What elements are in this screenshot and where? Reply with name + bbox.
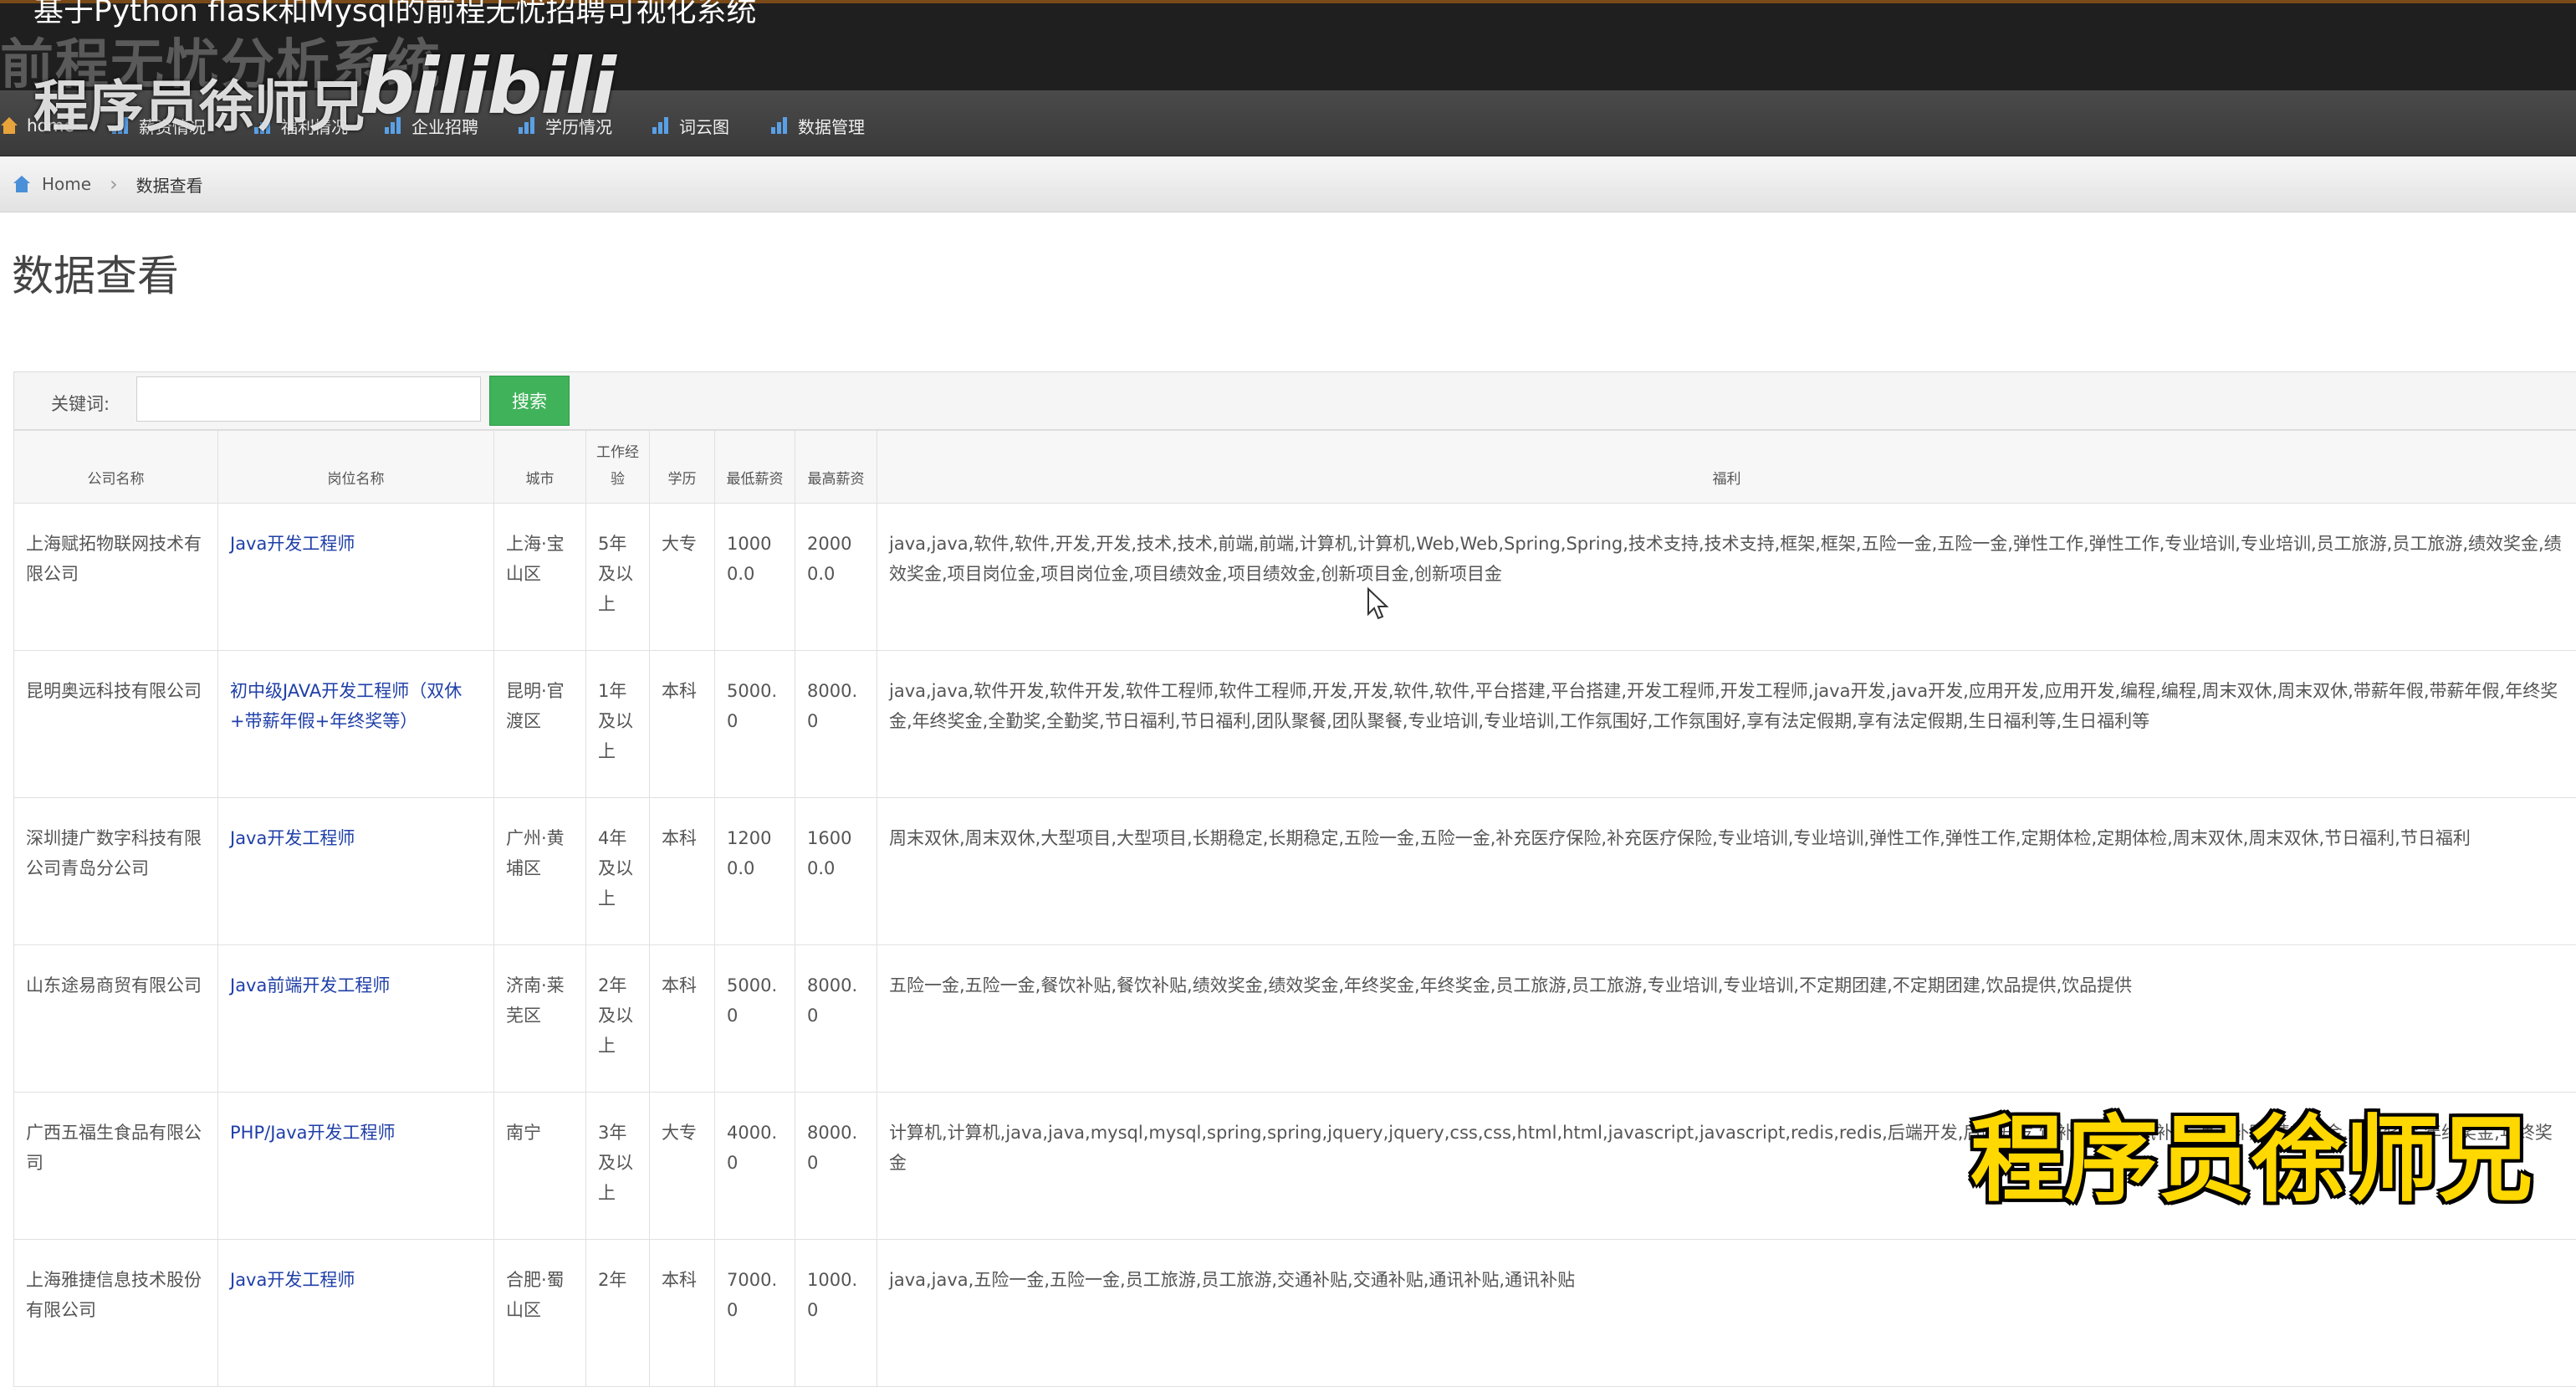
- cell-experience: 3年及以上: [586, 1093, 650, 1240]
- cell-welfare: java,java,软件,软件,开发,开发,技术,技术,前端,前端,计算机,计算…: [877, 504, 2576, 651]
- cell-experience: 2年: [586, 1240, 650, 1387]
- cell-welfare: 五险一金,五险一金,餐饮补贴,餐饮补贴,绩效奖金,绩效奖金,年终奖金,年终奖金,…: [877, 945, 2576, 1093]
- bilibili-logo: bilibili: [360, 42, 615, 131]
- uploader-watermark: 程序员徐师兄: [33, 62, 365, 142]
- cell-experience: 5年及以上: [586, 504, 650, 651]
- column-header-job: 岗位名称: [218, 431, 494, 504]
- column-header-min-salary: 最低薪资: [715, 431, 795, 504]
- search-label: 关键词:: [51, 391, 110, 416]
- column-header-education: 学历: [650, 431, 715, 504]
- cell-min-salary: 5000.0: [715, 651, 795, 798]
- cell-job-link[interactable]: Java开发工程师: [218, 504, 494, 651]
- cell-welfare: 周末双休,周末双休,大型项目,大型项目,长期稳定,长期稳定,五险一金,五险一金,…: [877, 798, 2576, 945]
- column-header-company: 公司名称: [14, 431, 218, 504]
- column-header-city: 城市: [494, 431, 586, 504]
- window-title: 基于Python flask和Mysql的前程无忧招聘可视化系统: [33, 0, 757, 30]
- cell-welfare: java,java,软件开发,软件开发,软件工程师,软件工程师,开发,开发,软件…: [877, 651, 2576, 798]
- cell-company: 上海雅捷信息技术股份有限公司: [14, 1240, 218, 1387]
- home-icon: [13, 176, 30, 192]
- cell-job-link[interactable]: 初中级JAVA开发工程师（双休+带薪年假+年终奖等）: [218, 651, 494, 798]
- data-table: 公司名称 岗位名称 城市 工作经验 学历 最低薪资 最高薪资 福利 上海赋拓物联…: [13, 430, 2576, 1387]
- cell-company: 上海赋拓物联网技术有限公司: [14, 504, 218, 651]
- search-button[interactable]: 搜索: [489, 376, 570, 426]
- nav-item-data-management[interactable]: 数据管理: [771, 112, 865, 139]
- cell-min-salary: 4000.0: [715, 1093, 795, 1240]
- cell-education: 大专: [650, 1093, 715, 1240]
- cell-experience: 4年及以上: [586, 798, 650, 945]
- cell-city: 南宁: [494, 1093, 586, 1240]
- table-row: 上海赋拓物联网技术有限公司Java开发工程师上海·宝山区5年及以上大专10000…: [14, 504, 2576, 651]
- table-header-row: 公司名称 岗位名称 城市 工作经验 学历 最低薪资 最高薪资 福利: [14, 431, 2576, 504]
- cell-city: 昆明·官渡区: [494, 651, 586, 798]
- nav-item-wordcloud[interactable]: 词云图: [652, 112, 729, 139]
- cell-max-salary: 8000.0: [795, 651, 877, 798]
- column-header-experience: 工作经验: [586, 431, 650, 504]
- table-row: 深圳捷广数字科技有限公司青岛分公司Java开发工程师广州·黄埔区4年及以上本科1…: [14, 798, 2576, 945]
- cell-company: 山东途易商贸有限公司: [14, 945, 218, 1093]
- table-row: 上海雅捷信息技术股份有限公司Java开发工程师合肥·蜀山区2年本科7000.01…: [14, 1240, 2576, 1387]
- breadcrumb-separator-icon: ›: [110, 172, 118, 196]
- cell-min-salary: 12000.0: [715, 798, 795, 945]
- table-row: 山东途易商贸有限公司Java前端开发工程师济南·莱芜区2年及以上本科5000.0…: [14, 945, 2576, 1093]
- cell-max-salary: 20000.0: [795, 504, 877, 651]
- bar-chart-icon: [652, 117, 671, 134]
- cell-city: 合肥·蜀山区: [494, 1240, 586, 1387]
- table-row: 昆明奥远科技有限公司初中级JAVA开发工程师（双休+带薪年假+年终奖等）昆明·官…: [14, 651, 2576, 798]
- cell-education: 本科: [650, 945, 715, 1093]
- cell-max-salary: 1000.0: [795, 1240, 877, 1387]
- cell-job-link[interactable]: Java开发工程师: [218, 798, 494, 945]
- bar-chart-icon: [771, 117, 790, 134]
- search-input[interactable]: [136, 376, 481, 422]
- nav-item-label: 数据管理: [798, 114, 865, 138]
- cell-max-salary: 16000.0: [795, 798, 877, 945]
- breadcrumb-home-link[interactable]: Home: [42, 174, 91, 194]
- cell-education: 本科: [650, 1240, 715, 1387]
- cell-job-link[interactable]: Java开发工程师: [218, 1240, 494, 1387]
- nav-item-label: 词云图: [679, 114, 729, 138]
- cell-welfare: java,java,五险一金,五险一金,员工旅游,员工旅游,交通补贴,交通补贴,…: [877, 1240, 2576, 1387]
- cell-education: 本科: [650, 798, 715, 945]
- mouse-cursor-icon: [1367, 587, 1390, 621]
- cell-experience: 2年及以上: [586, 945, 650, 1093]
- cell-city: 广州·黄埔区: [494, 798, 586, 945]
- cell-job-link[interactable]: PHP/Java开发工程师: [218, 1093, 494, 1240]
- cell-company: 深圳捷广数字科技有限公司青岛分公司: [14, 798, 218, 945]
- cell-job-link[interactable]: Java前端开发工程师: [218, 945, 494, 1093]
- cell-education: 本科: [650, 651, 715, 798]
- page-title: 数据查看: [12, 243, 179, 303]
- cell-max-salary: 8000.0: [795, 1093, 877, 1240]
- cell-company: 昆明奥远科技有限公司: [14, 651, 218, 798]
- breadcrumb-current: 数据查看: [136, 172, 203, 197]
- column-header-max-salary: 最高薪资: [795, 431, 877, 504]
- breadcrumb: Home › 数据查看: [0, 156, 2576, 212]
- search-bar: 关键词: 搜索: [13, 371, 2576, 430]
- home-icon: [0, 117, 18, 134]
- cell-min-salary: 5000.0: [715, 945, 795, 1093]
- cell-experience: 1年及以上: [586, 651, 650, 798]
- cell-max-salary: 8000.0: [795, 945, 877, 1093]
- column-header-welfare: 福利: [877, 431, 2576, 504]
- uploader-caption: 程序员徐师兄: [1970, 1084, 2533, 1220]
- cell-min-salary: 7000.0: [715, 1240, 795, 1387]
- cell-min-salary: 10000.0: [715, 504, 795, 651]
- cell-city: 济南·莱芜区: [494, 945, 586, 1093]
- cell-education: 大专: [650, 504, 715, 651]
- cell-city: 上海·宝山区: [494, 504, 586, 651]
- cell-company: 广西五福生食品有限公司: [14, 1093, 218, 1240]
